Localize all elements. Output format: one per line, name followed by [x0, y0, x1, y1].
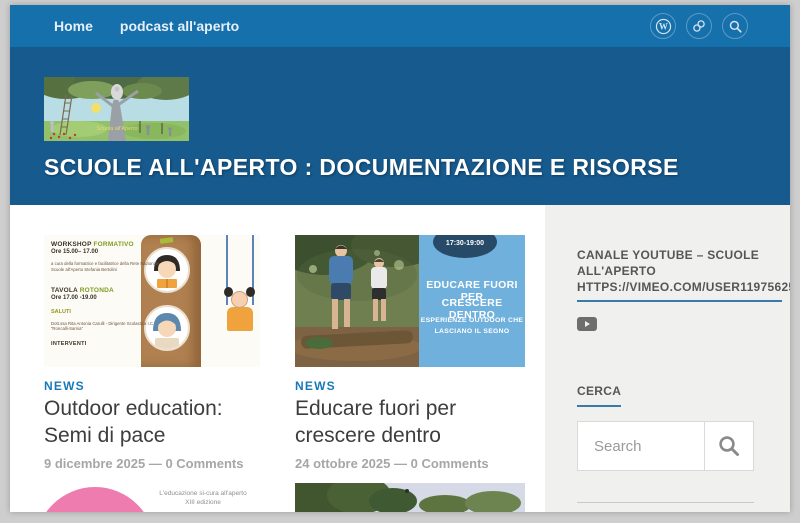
sidebar: CANALE YOUTUBE – SCUOLE ALL'APERTO HTTPS…: [545, 205, 790, 512]
park-photo: [295, 483, 525, 512]
poster-saluti-label: SALUTI: [51, 309, 181, 315]
flyer-text-panel: 17:30-19:00 EDUCARE FUORI PER CRESCERE D…: [419, 235, 525, 367]
nav-item-podcast[interactable]: podcast all'aperto: [120, 18, 239, 34]
svg-text:W: W: [659, 21, 668, 31]
post-card: WORKSHOP FORMATIVO Ore 15.00– 17.00 a cu…: [44, 235, 260, 471]
post-4-featured-image[interactable]: [295, 483, 525, 512]
youtube-widget-title[interactable]: CANALE YOUTUBE – SCUOLE ALL'APERTO HTTPS…: [577, 248, 782, 302]
educazione-poster-illustration: L'educazione si-cura all'aperto XIII edi…: [44, 483, 260, 512]
search-input[interactable]: [578, 422, 704, 470]
post-1-date: 9 dicembre 2025: [44, 456, 145, 471]
swing-girl-shirt: [227, 307, 253, 331]
post-1-comments[interactable]: 0 Comments: [165, 456, 243, 471]
site-logo-banner[interactable]: Scuola all'Aperto: [44, 77, 189, 141]
wordpress-icon[interactable]: W: [650, 13, 676, 39]
nav-menu: Home podcast all'aperto: [54, 18, 239, 34]
search-icon[interactable]: [722, 13, 748, 39]
site-header: Scuola all'Aperto SCUOLE ALL'APERTO : DO…: [10, 47, 790, 205]
post-grid: WORKSHOP FORMATIVO Ore 15.00– 17.00 a cu…: [44, 235, 526, 512]
nav-social-icons: W: [650, 13, 748, 39]
post-1-category[interactable]: NEWS: [44, 379, 260, 393]
post-1-meta: 9 dicembre 2025 — 0 Comments: [44, 456, 260, 471]
post-2-featured-image[interactable]: 17:30-19:00 EDUCARE FUORI PER CRESCERE D…: [295, 235, 525, 367]
poster-tavola-time: Ore 17.00 -19.00: [51, 295, 181, 301]
post-2-meta: 24 ottobre 2025 — 0 Comments: [295, 456, 525, 471]
widget-divider: [577, 502, 754, 503]
poster-interventi-label: INTERVENTI: [51, 341, 181, 347]
search-widget-title: CERCA: [577, 384, 621, 407]
poster-workshop-heading: WORKSHOP FORMATIVO: [51, 241, 181, 248]
poster-workshop-time: Ore 15.00– 17.00: [51, 249, 181, 255]
nav-item-home[interactable]: Home: [54, 18, 93, 34]
post-2-date: 24 ottobre 2025: [295, 456, 390, 471]
poster-dirigente-note: Dott.ssa Rita Antonia Carulli - Dirigent…: [51, 321, 167, 333]
forest-photo: [295, 235, 419, 367]
post-2-comments[interactable]: 0 Comments: [411, 456, 489, 471]
site-title[interactable]: SCUOLE ALL'APERTO : DOCUMENTAZIONE E RIS…: [44, 154, 762, 181]
banner-caption: Scuola all'Aperto: [96, 126, 137, 132]
content-area: WORKSHOP FORMATIVO Ore 15.00– 17.00 a cu…: [10, 205, 790, 512]
flyer-subline2: LASCIANO IL SEGNO: [419, 328, 525, 335]
post-card: [295, 483, 525, 512]
youtube-widget: CANALE YOUTUBE – SCUOLE ALL'APERTO HTTPS…: [577, 248, 782, 336]
post-1-featured-image[interactable]: WORKSHOP FORMATIVO Ore 15.00– 17.00 a cu…: [44, 235, 260, 367]
post-card: L'educazione si-cura all'aperto XIII edi…: [44, 483, 260, 512]
swing-girl-head: [231, 291, 248, 308]
poster-text-block: WORKSHOP FORMATIVO Ore 15.00– 17.00 a cu…: [51, 241, 181, 347]
post-2-title[interactable]: Educare fuori per crescere dentro: [295, 396, 525, 449]
poster-facilitator-note: a cura della formatrice e facilitatrice …: [51, 261, 167, 273]
search-form: [577, 421, 754, 471]
post-1-title[interactable]: Outdoor education: Semi di pace: [44, 396, 260, 449]
youtube-icon[interactable]: [577, 317, 599, 336]
poster-tavola-heading: TAVOLA ROTONDA: [51, 287, 181, 294]
outdoor-flyer-illustration: 17:30-19:00 EDUCARE FUORI PER CRESCERE D…: [295, 235, 525, 367]
main-column: WORKSHOP FORMATIVO Ore 15.00– 17.00 a cu…: [10, 205, 545, 512]
link-icon[interactable]: [686, 13, 712, 39]
poster-caption: L'educazione si-cura all'aperto XIII edi…: [152, 489, 254, 507]
search-icon: [717, 434, 741, 458]
top-navigation: Home podcast all'aperto W: [10, 5, 790, 47]
search-submit-button[interactable]: [704, 422, 753, 470]
workshop-poster-illustration: WORKSHOP FORMATIVO Ore 15.00– 17.00 a cu…: [44, 235, 260, 367]
page-container: Home podcast all'aperto W: [10, 5, 790, 512]
flyer-subline1: ESPERIENZE OUTDOOR CHE: [419, 317, 525, 324]
post-3-featured-image[interactable]: L'educazione si-cura all'aperto XIII edi…: [44, 483, 260, 512]
post-2-category[interactable]: NEWS: [295, 379, 525, 393]
flyer-time-badge: 17:30-19:00: [433, 235, 497, 258]
poster-pink-circle: [44, 487, 155, 512]
post-card: 17:30-19:00 EDUCARE FUORI PER CRESCERE D…: [295, 235, 525, 471]
search-widget: CERCA: [577, 382, 782, 503]
